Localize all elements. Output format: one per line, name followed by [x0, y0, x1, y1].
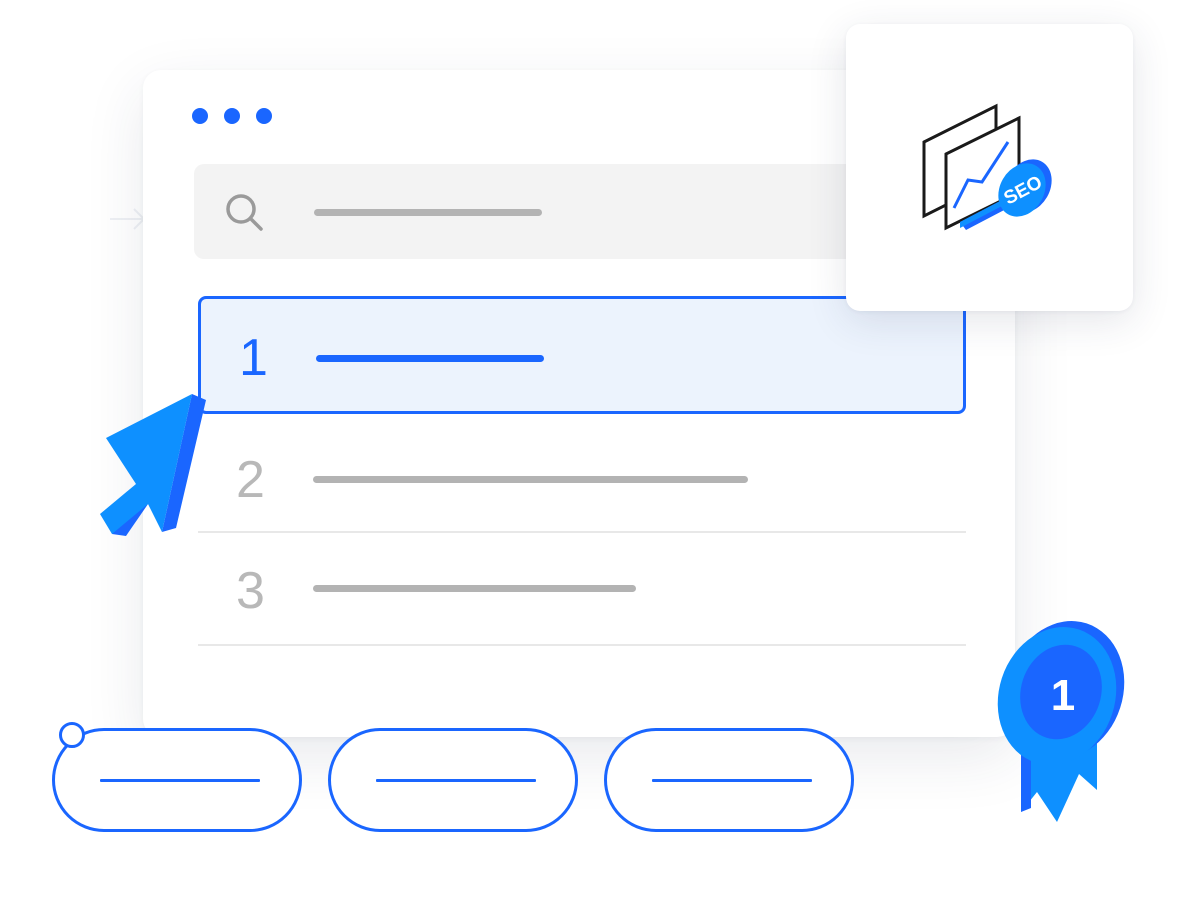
search-result-selected[interactable]: 1: [198, 296, 966, 414]
search-query-placeholder: [314, 209, 542, 216]
search-icon: [226, 194, 263, 231]
search-result[interactable]: 3: [198, 531, 966, 646]
first-place-medal-icon: 1: [997, 621, 1125, 822]
seo-card: SEO: [846, 24, 1133, 311]
window-dot[interactable]: [256, 108, 272, 124]
filter-pill[interactable]: [328, 728, 578, 832]
pill-label-placeholder: [376, 779, 536, 782]
window-dot[interactable]: [192, 108, 208, 124]
result-title-placeholder: [316, 355, 544, 362]
result-title-placeholder: [313, 585, 636, 592]
filter-pill[interactable]: [604, 728, 854, 832]
medal-rank: 1: [1051, 671, 1075, 720]
pill-label-placeholder: [100, 779, 260, 782]
arrow-right-icon: [110, 208, 146, 230]
search-result[interactable]: 2: [198, 414, 966, 533]
mouse-pointer-icon: [100, 394, 206, 536]
pill-handle[interactable]: [59, 722, 85, 748]
filter-pill[interactable]: [52, 728, 302, 832]
pill-label-placeholder: [652, 779, 812, 782]
window-dot[interactable]: [224, 108, 240, 124]
result-rank: 3: [236, 562, 265, 620]
window-controls: [192, 108, 272, 124]
result-rank: 2: [236, 451, 265, 509]
result-rank: 1: [239, 329, 268, 387]
seo-chart-magnifier-icon: SEO: [922, 103, 1052, 231]
result-title-placeholder: [313, 476, 748, 483]
